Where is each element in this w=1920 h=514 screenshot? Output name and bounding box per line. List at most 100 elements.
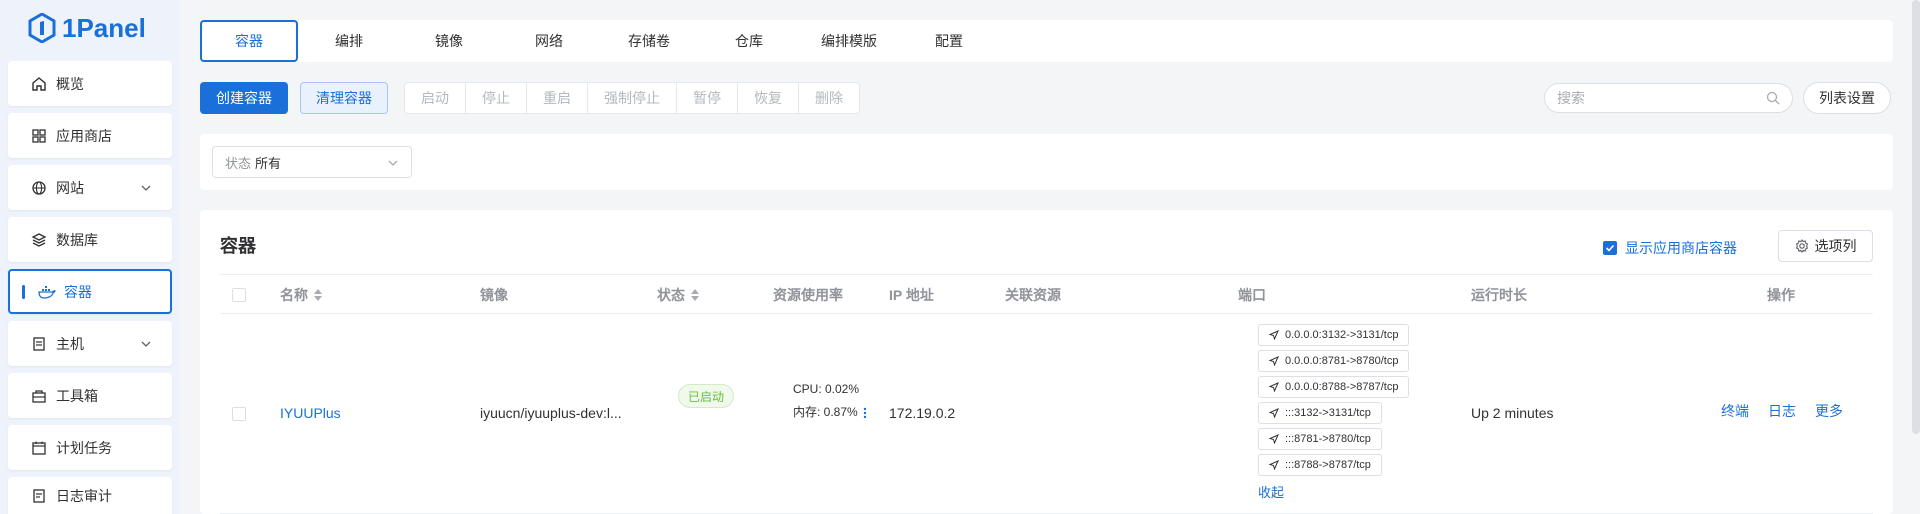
log-icon [30, 487, 48, 505]
sort-icon[interactable] [691, 289, 699, 301]
tab-compose-template[interactable]: 编排模版 [800, 20, 898, 62]
tab-compose[interactable]: 编排 [300, 20, 398, 62]
column-image: 镜像 [480, 287, 508, 303]
tab-volume[interactable]: 存储卷 [600, 20, 698, 62]
list-settings-button[interactable]: 列表设置 [1803, 82, 1891, 114]
port-tag[interactable]: 0.0.0.0:8781->8780/tcp [1258, 350, 1410, 372]
cpu-usage: CPU: 0.02% [793, 382, 860, 396]
status-filter-select[interactable]: 状态 所有 [212, 146, 412, 178]
search-input[interactable] [1557, 90, 1757, 106]
sidebar-item-cron[interactable]: 计划任务 [8, 425, 172, 470]
resource-usage: CPU: 0.02% 内存: 0.87% [793, 378, 867, 424]
force-stop-button[interactable]: 强制停止 [588, 83, 677, 113]
sidebar-item-overview[interactable]: 概览 [8, 61, 172, 106]
container-ip: 172.19.0.2 [889, 405, 956, 421]
sidebar-item-website[interactable]: 网站 [8, 165, 172, 210]
checkbox[interactable] [1603, 241, 1617, 255]
panel-title: 容器 [220, 236, 256, 256]
send-icon [1269, 408, 1279, 418]
more-link[interactable]: 更多 [1815, 401, 1843, 421]
batch-action-group: 启动 停止 重启 强制停止 暂停 恢复 删除 [404, 82, 860, 114]
tab-bar: 容器 编排 镜像 网络 存储卷 仓库 编排模版 配置 [200, 20, 1893, 62]
sidebar-item-host[interactable]: 主机 [8, 321, 172, 366]
filter-bar: 状态 所有 [200, 134, 1893, 190]
pause-button[interactable]: 暂停 [677, 83, 738, 113]
gear-icon [1795, 239, 1808, 253]
table-row: IYUUPlus iyuucn/iyuuplus-dev:l... 已启动 CP… [220, 314, 1873, 514]
chevron-down-icon [140, 337, 152, 353]
sidebar-item-label: 主机 [56, 335, 84, 352]
sidebar-item-database[interactable]: 数据库 [8, 217, 172, 262]
tab-network[interactable]: 网络 [500, 20, 598, 62]
container-name-link[interactable]: IYUUPlus [280, 405, 341, 421]
port-tag[interactable]: :::8781->8780/tcp [1258, 428, 1382, 450]
collapse-ports-link[interactable]: 收起 [1258, 482, 1409, 501]
status-badge: 已启动 [678, 384, 735, 408]
columns-button-label: 选项列 [1814, 238, 1857, 254]
app-name: 1Panel [62, 12, 146, 43]
tab-image[interactable]: 镜像 [400, 20, 498, 62]
status-filter-label: 状态 [225, 155, 252, 171]
calendar-icon [30, 439, 48, 457]
status-filter-value: 所有 [255, 155, 282, 171]
start-button[interactable]: 启动 [405, 83, 466, 113]
sidebar-item-label: 工具箱 [56, 387, 98, 404]
sidebar-item-container[interactable]: 容器 [8, 269, 172, 314]
column-ip: IP 地址 [889, 287, 934, 303]
chevron-down-icon [387, 157, 399, 172]
sidebar-item-label: 容器 [64, 283, 92, 300]
column-actions: 操作 [1767, 287, 1795, 303]
column-ports: 端口 [1238, 287, 1266, 303]
column-resources: 资源使用率 [773, 287, 843, 303]
search-icon[interactable] [1766, 91, 1780, 108]
app-logo[interactable]: 1Panel [28, 10, 146, 46]
log-link[interactable]: 日志 [1768, 401, 1796, 421]
send-icon [1269, 330, 1279, 340]
port-tag[interactable]: :::8788->8787/tcp [1258, 454, 1382, 476]
port-tag[interactable]: 0.0.0.0:3132->3131/tcp [1258, 324, 1410, 346]
column-name[interactable]: 名称 [280, 275, 322, 315]
show-app-containers-toggle[interactable]: 显示应用商店容器 [1603, 238, 1737, 258]
port-tag[interactable]: 0.0.0.0:8788->8787/tcp [1258, 376, 1410, 398]
sort-icon[interactable] [314, 289, 322, 301]
scrollbar[interactable] [1912, 0, 1920, 434]
restart-button[interactable]: 重启 [527, 83, 588, 113]
row-checkbox[interactable] [232, 407, 246, 421]
port-tag[interactable]: :::3132->3131/tcp [1258, 402, 1382, 424]
create-container-button[interactable]: 创建容器 [200, 82, 288, 114]
tab-settings[interactable]: 配置 [900, 20, 998, 62]
globe-icon [30, 179, 48, 197]
send-icon [1269, 460, 1279, 470]
container-image: iyuucn/iyuuplus-dev:l... [480, 405, 622, 421]
send-icon [1269, 434, 1279, 444]
column-status[interactable]: 状态 [657, 275, 699, 315]
sidebar: 1Panel 概览 应用商店 网站 数据库 容器 主机 工具箱 计划任务 日志审… [0, 0, 180, 514]
search-box [1544, 83, 1793, 113]
sidebar-item-label: 概览 [56, 75, 84, 92]
sidebar-item-label: 应用商店 [56, 127, 112, 144]
delete-button[interactable]: 删除 [799, 83, 859, 113]
select-all-checkbox[interactable] [232, 288, 246, 302]
resume-button[interactable]: 恢复 [738, 83, 799, 113]
grid-icon [30, 127, 48, 145]
layers-icon [30, 231, 48, 249]
sidebar-item-log-audit[interactable]: 日志审计 [8, 477, 172, 514]
sidebar-item-label: 日志审计 [56, 487, 112, 504]
terminal-link[interactable]: 终端 [1721, 401, 1749, 421]
more-vertical-icon[interactable] [863, 407, 867, 419]
sidebar-item-toolbox[interactable]: 工具箱 [8, 373, 172, 418]
tab-repo[interactable]: 仓库 [700, 20, 798, 62]
columns-button[interactable]: 选项列 [1778, 230, 1873, 262]
sidebar-item-app-store[interactable]: 应用商店 [8, 113, 172, 158]
column-related: 关联资源 [1005, 287, 1061, 303]
stop-button[interactable]: 停止 [466, 83, 527, 113]
docker-icon [38, 283, 56, 301]
clean-container-button[interactable]: 清理容器 [300, 82, 388, 114]
container-uptime: Up 2 minutes [1471, 405, 1554, 421]
chevron-down-icon [140, 181, 152, 197]
port-list: 0.0.0.0:3132->3131/tcp 0.0.0.0:8781->878… [1258, 324, 1410, 501]
toolbox-icon [30, 387, 48, 405]
sidebar-item-label: 数据库 [56, 231, 98, 248]
home-icon [30, 75, 48, 93]
tab-container[interactable]: 容器 [200, 20, 298, 62]
